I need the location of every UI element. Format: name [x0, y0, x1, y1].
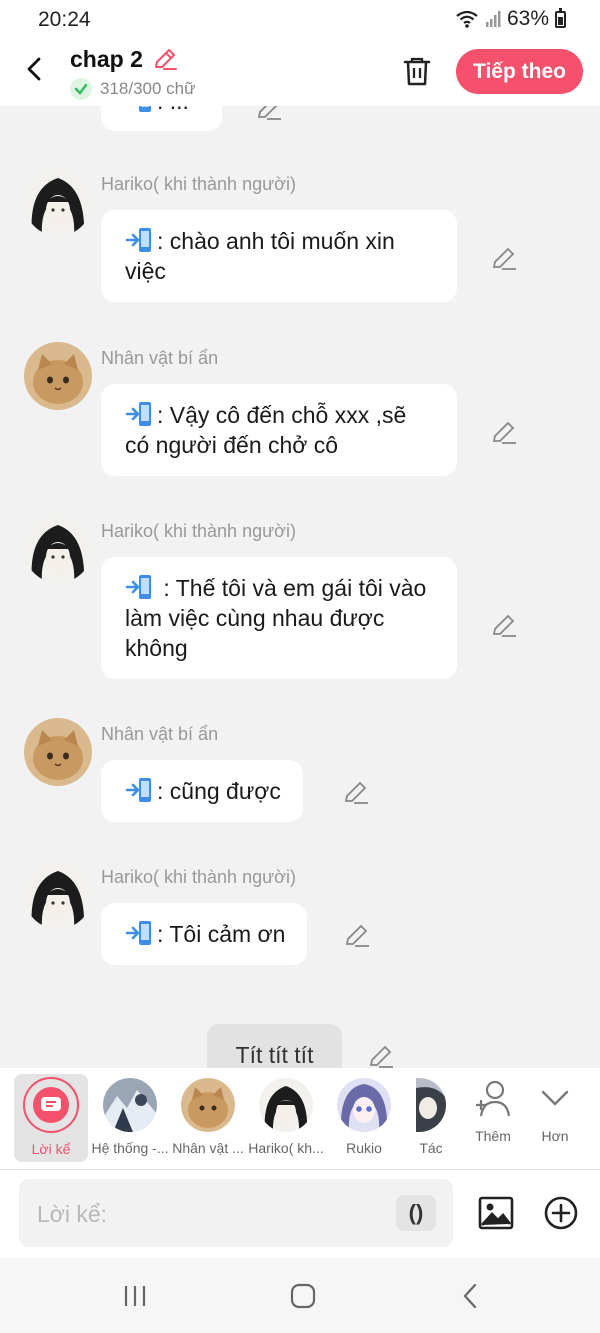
phone-transfer-icon — [125, 228, 151, 252]
phone-transfer-icon — [125, 575, 151, 599]
message-bubble[interactable]: : Vậy cô đến chỗ xxx ,sẽ có người đến ch… — [101, 384, 457, 476]
input-bar: Lời kể: () — [0, 1170, 600, 1258]
status-time: 20:24 — [38, 8, 91, 31]
status-indicators: 63% — [455, 7, 566, 31]
system-nav-bar — [0, 1258, 600, 1333]
pencil-icon[interactable] — [490, 244, 518, 272]
character-item[interactable]: Rukio — [325, 1074, 403, 1156]
chat-area[interactable]: : ... Hariko( khi thành người) : chào an… — [0, 106, 600, 1068]
character-name: Nhân vật bí ẩn — [101, 724, 219, 744]
battery-percent: 63% — [506, 7, 549, 30]
message-text: : chào anh tôi muốn xin việc — [125, 228, 395, 284]
message-bubble[interactable]: : chào anh tôi muốn xin việc — [101, 210, 457, 302]
avatar[interactable] — [24, 515, 92, 583]
pencil-icon[interactable] — [255, 106, 283, 122]
pencil-icon[interactable] — [367, 1042, 395, 1068]
character-item[interactable]: Hariko( kh... — [247, 1074, 325, 1156]
message-bubble[interactable]: : ... — [101, 106, 222, 131]
character-label: Rukio — [346, 1140, 382, 1156]
message-bubble[interactable]: : cũng được — [101, 760, 303, 822]
character-label: Hariko( kh... — [248, 1140, 324, 1156]
trash-icon[interactable] — [400, 54, 434, 88]
message-text: : Vậy cô đến chỗ xxx ,sẽ có người đến ch… — [125, 402, 407, 458]
pencil-icon[interactable] — [490, 418, 518, 446]
phone-transfer-icon — [132, 106, 151, 112]
character-item[interactable]: Hệ thống -... — [91, 1074, 169, 1156]
message-text: : cũng được — [157, 778, 281, 804]
avatar — [337, 1078, 391, 1132]
character-name: Hariko( khi thành người) — [101, 174, 296, 194]
avatar[interactable] — [24, 168, 92, 236]
character-name: Nhân vật bí ẩn — [101, 348, 219, 368]
image-icon[interactable] — [477, 1194, 515, 1232]
word-count: 318/300 chữ — [70, 78, 196, 100]
narration-bubble[interactable]: Tít tít tít — [207, 1024, 342, 1068]
check-icon — [70, 78, 92, 100]
more-label: Hơn — [541, 1128, 569, 1144]
phone-transfer-icon — [125, 778, 151, 802]
pencil-icon[interactable] — [342, 778, 370, 806]
avatar — [103, 1078, 157, 1132]
message-bubble[interactable]: : Thế tôi và em gái tôi vào làm việc cùn… — [101, 557, 457, 679]
back-icon[interactable] — [457, 1282, 485, 1310]
word-count-text: 318/300 chữ — [100, 79, 196, 98]
header: chap 2 318/300 chữ Tiếp theo — [0, 40, 600, 106]
wifi-icon — [456, 10, 478, 28]
avatar — [181, 1078, 235, 1132]
message-text: : ... — [157, 106, 189, 114]
signal-icon — [485, 11, 501, 27]
character-selector: Lời kể Hệ thống -... Nhân vật ... Hariko… — [0, 1068, 600, 1170]
pencil-icon[interactable] — [490, 611, 518, 639]
character-label: Tác — [419, 1140, 443, 1156]
message-bubble[interactable]: : Tôi cảm ơn — [101, 903, 308, 965]
character-item[interactable]: Nhân vật ... — [169, 1074, 247, 1156]
next-button[interactable]: Tiếp theo — [456, 49, 583, 94]
avatar — [259, 1078, 313, 1132]
home-icon[interactable] — [289, 1282, 317, 1310]
phone-transfer-icon — [125, 402, 151, 426]
status-bar: 20:24 63% — [0, 0, 600, 40]
more-button[interactable]: Hơn — [517, 1074, 593, 1144]
character-item[interactable]: Tác — [404, 1074, 458, 1156]
pencil-icon[interactable] — [152, 46, 178, 72]
page-title[interactable]: chap 2 — [70, 46, 143, 73]
back-arrow-icon[interactable] — [20, 52, 50, 86]
character-label: Lời kể — [31, 1141, 71, 1157]
battery-icon — [555, 7, 566, 28]
parentheses-button[interactable]: () — [396, 1195, 436, 1231]
phone-transfer-icon — [125, 921, 151, 945]
character-label: Nhân vật ... — [172, 1140, 244, 1156]
avatar[interactable] — [24, 718, 92, 786]
character-narrator[interactable]: Lời kể — [14, 1074, 88, 1162]
avatar[interactable] — [24, 342, 92, 410]
message-text: : Thế tôi và em gái tôi vào làm việc cùn… — [125, 575, 427, 661]
plus-circle-icon[interactable] — [542, 1194, 580, 1232]
character-label: Hệ thống -... — [91, 1140, 169, 1156]
character-name: Hariko( khi thành người) — [101, 867, 296, 887]
add-person-icon — [476, 1080, 511, 1117]
chevron-down-icon — [541, 1090, 569, 1106]
avatar[interactable] — [24, 861, 92, 929]
avatar — [416, 1078, 446, 1132]
pencil-icon[interactable] — [343, 921, 371, 949]
message-text: : Tôi cảm ơn — [157, 921, 286, 947]
character-name: Hariko( khi thành người) — [101, 521, 296, 541]
narrator-icon — [23, 1077, 79, 1133]
recent-apps-icon[interactable] — [121, 1282, 149, 1310]
narration-input[interactable]: Lời kể: — [19, 1179, 453, 1247]
